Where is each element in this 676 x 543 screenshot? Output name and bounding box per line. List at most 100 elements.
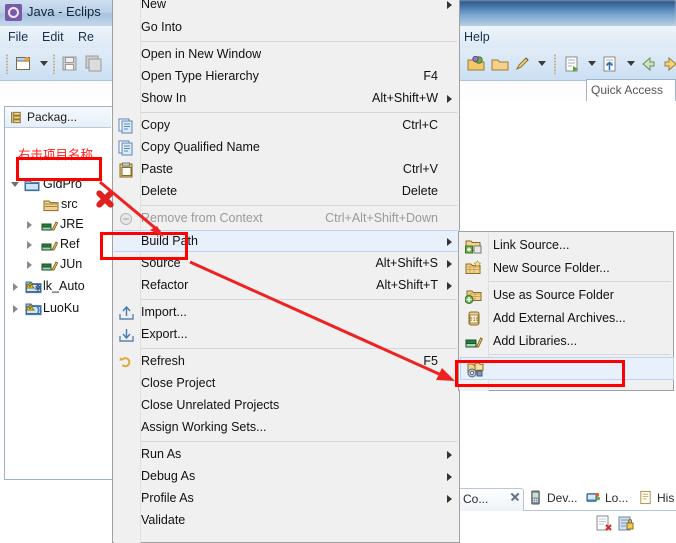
lock-scroll-icon[interactable] xyxy=(618,515,635,532)
package-explorer-icon xyxy=(11,111,21,124)
menu-item-go-into[interactable]: Go Into xyxy=(114,17,460,39)
tree-item-project-lkauto-label: lk_Auto xyxy=(43,279,85,293)
menu-item-paste[interactable]: Paste Ctrl+V xyxy=(114,159,460,181)
menu-item-copy-qualified-name[interactable]: Copy Qualified Name xyxy=(114,137,460,159)
back-arrow-icon[interactable] xyxy=(638,54,658,74)
close-icon[interactable] xyxy=(510,492,519,501)
menu-separator xyxy=(141,41,457,42)
menu-item-source-accel: Alt+Shift+S xyxy=(375,256,438,270)
library-icon xyxy=(41,241,58,251)
menu-help[interactable]: Help xyxy=(464,30,490,44)
menu-item-paste-accel: Ctrl+V xyxy=(402,162,438,176)
tree-item-junit[interactable]: JUn xyxy=(5,256,111,274)
menu-item-close-unrelated-projects[interactable]: Close Unrelated Projects xyxy=(114,395,460,417)
quick-access-field[interactable]: Quick Access xyxy=(586,79,676,103)
run-as-icon[interactable] xyxy=(562,54,582,74)
edit-pencil-icon[interactable] xyxy=(513,54,533,74)
refresh-icon xyxy=(119,357,131,368)
menu-item-refactor[interactable]: Refactor Alt+Shift+T xyxy=(114,275,460,297)
package-explorer-tab[interactable]: Packag... xyxy=(5,107,111,128)
menu-item-validate[interactable]: Validate xyxy=(114,510,460,532)
menu-item-copy-accel: Ctrl+C xyxy=(402,118,438,132)
quick-access-label: Quick Access xyxy=(591,83,664,97)
menu-item-export[interactable]: Export... xyxy=(114,324,460,346)
menu-item-open-type-hierarchy-accel: F4 xyxy=(423,69,438,83)
menu-item-open-in-new-window[interactable]: Open in New Window xyxy=(114,44,460,66)
remove-context-icon xyxy=(120,213,132,225)
copy-qualified-icon xyxy=(118,140,133,156)
save-icon[interactable] xyxy=(60,54,80,74)
configure-build-path-box xyxy=(455,360,625,387)
submenu-item-add-external-archives-label: Add External Archives... xyxy=(493,311,626,325)
menu-item-new-label: New xyxy=(141,0,167,11)
new-wizard-dropdown-icon[interactable] xyxy=(40,61,48,66)
menu-item-new[interactable]: New xyxy=(114,0,460,16)
menu-item-delete[interactable]: Delete Delete xyxy=(114,181,460,203)
expand-arrow-icon[interactable] xyxy=(13,283,18,291)
new-wizard-icon[interactable] xyxy=(14,54,34,74)
menu-edit[interactable]: Edit xyxy=(42,30,64,44)
submenu-item-new-source-folder-label: New Source Folder... xyxy=(493,261,610,275)
menu-item-open-in-new-window-label: Open in New Window xyxy=(141,47,262,61)
chevron-right-icon xyxy=(447,95,452,103)
edit-dropdown-icon[interactable] xyxy=(538,61,546,66)
menu-item-debug-as-label: Debug As xyxy=(141,469,196,483)
tree-item-jre[interactable]: JRE xyxy=(5,216,111,234)
tree-item-project-lkauto[interactable]: lk_Auto xyxy=(5,278,111,296)
run-dropdown-icon[interactable] xyxy=(588,61,596,66)
new-java-project-icon[interactable] xyxy=(466,54,486,74)
export-dropdown-icon[interactable] xyxy=(627,61,635,66)
menu-item-refactor-label: Refactor xyxy=(141,278,189,292)
library-icon xyxy=(41,261,58,271)
expand-arrow-icon[interactable] xyxy=(11,182,19,187)
menu-item-show-in[interactable]: Show In Alt+Shift+W xyxy=(114,88,460,110)
menu-item-export-label: Export... xyxy=(141,327,188,341)
save-all-icon[interactable] xyxy=(84,54,104,74)
tab-devices[interactable]: Dev... xyxy=(528,488,580,510)
window-title: Java - Eclips xyxy=(27,4,101,19)
menu-item-assign-working-sets[interactable]: Assign Working Sets... xyxy=(114,417,460,439)
chevron-right-icon xyxy=(447,238,452,246)
tab-history[interactable]: His xyxy=(638,488,676,510)
tree-item-referenced-libraries[interactable]: Ref xyxy=(5,236,111,254)
export-toolbar-icon[interactable] xyxy=(600,54,620,74)
menu-separator xyxy=(141,205,457,206)
tab-logcat[interactable]: Lo... xyxy=(586,488,634,510)
menu-separator xyxy=(141,299,457,300)
menu-item-copy[interactable]: Copy Ctrl+C xyxy=(114,115,460,137)
submenu-item-add-libraries[interactable]: Add Libraries... xyxy=(460,330,674,353)
submenu-item-add-external-archives[interactable]: 010 Add External Archives... xyxy=(460,307,674,330)
build-path-box xyxy=(100,232,188,260)
chevron-right-icon xyxy=(447,282,452,290)
menu-item-validate-label: Validate xyxy=(141,513,186,527)
submenu-item-use-as-source-folder[interactable]: Use as Source Folder xyxy=(460,284,674,307)
menu-item-open-type-hierarchy[interactable]: Open Type Hierarchy F4 xyxy=(114,66,460,88)
tree-item-project-luoku[interactable]: LuoKu xyxy=(5,300,111,318)
tab-devices-label: Dev... xyxy=(547,491,578,505)
menu-item-profile-as-label: Profile As xyxy=(141,491,194,505)
forward-arrow-icon[interactable] xyxy=(661,54,676,74)
menu-item-import[interactable]: Import... xyxy=(114,302,460,324)
submenu-item-use-as-source-folder-label: Use as Source Folder xyxy=(493,288,614,302)
submenu-item-link-source[interactable]: Link Source... xyxy=(460,234,674,257)
menu-refactor[interactable]: Re xyxy=(78,30,94,44)
menu-item-debug-as[interactable]: Debug As xyxy=(114,466,460,488)
expand-arrow-icon[interactable] xyxy=(27,241,32,249)
menu-item-profile-as[interactable]: Profile As xyxy=(114,488,460,510)
remove-all-terminated-icon[interactable] xyxy=(596,515,613,532)
menu-item-refresh[interactable]: Refresh F5 xyxy=(114,351,460,373)
menu-separator xyxy=(141,441,457,442)
expand-arrow-icon[interactable] xyxy=(13,305,18,313)
new-source-folder-icon xyxy=(465,260,482,274)
open-folder-icon[interactable] xyxy=(490,54,510,74)
export-icon xyxy=(119,329,134,342)
menu-item-remove-from-context-label: Remove from Context xyxy=(141,211,263,225)
expand-arrow-icon[interactable] xyxy=(27,221,32,229)
chevron-right-icon xyxy=(447,451,452,459)
menu-file[interactable]: File xyxy=(8,30,28,44)
menu-item-refresh-label: Refresh xyxy=(141,354,185,368)
menu-item-run-as[interactable]: Run As xyxy=(114,444,460,466)
submenu-item-new-source-folder[interactable]: New Source Folder... xyxy=(460,257,674,280)
expand-arrow-icon[interactable] xyxy=(27,261,32,269)
menu-item-close-project[interactable]: Close Project xyxy=(114,373,460,395)
